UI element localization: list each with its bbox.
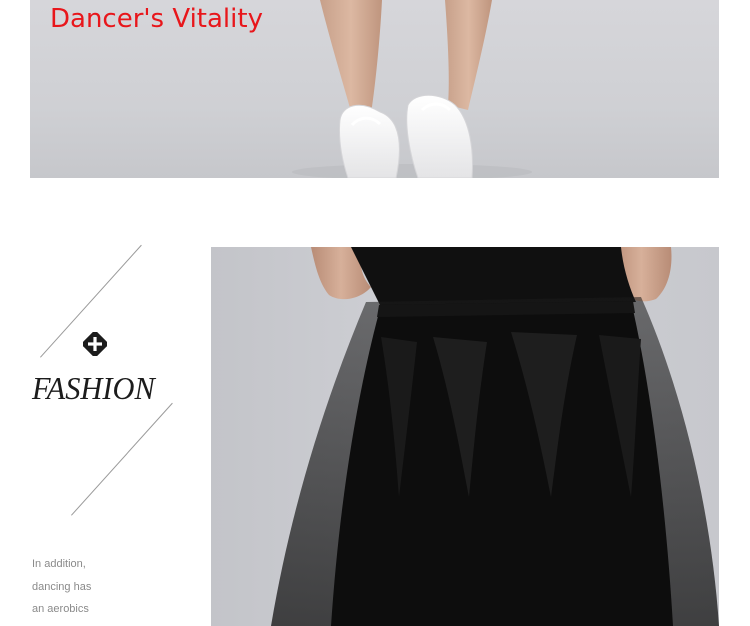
product-photo [211,247,719,626]
banner-photo: Dancer's Vitality [30,0,719,178]
fashion-panel: FASHION In addition, dancing has an aero… [0,230,205,626]
black-skirt-illustration [271,247,719,626]
description-line: dancing has [32,580,92,593]
fashion-title: FASHION [32,370,155,406]
banner-caption: Dancer's Vitality [50,4,263,34]
decorative-diagonal-line [71,402,173,516]
description-line: In addition, [32,558,86,570]
cross-ornament-icon [83,332,107,356]
fashion-description: In addition, dancing has an aerobics [32,553,152,621]
description-line: an aerobics [32,603,89,615]
